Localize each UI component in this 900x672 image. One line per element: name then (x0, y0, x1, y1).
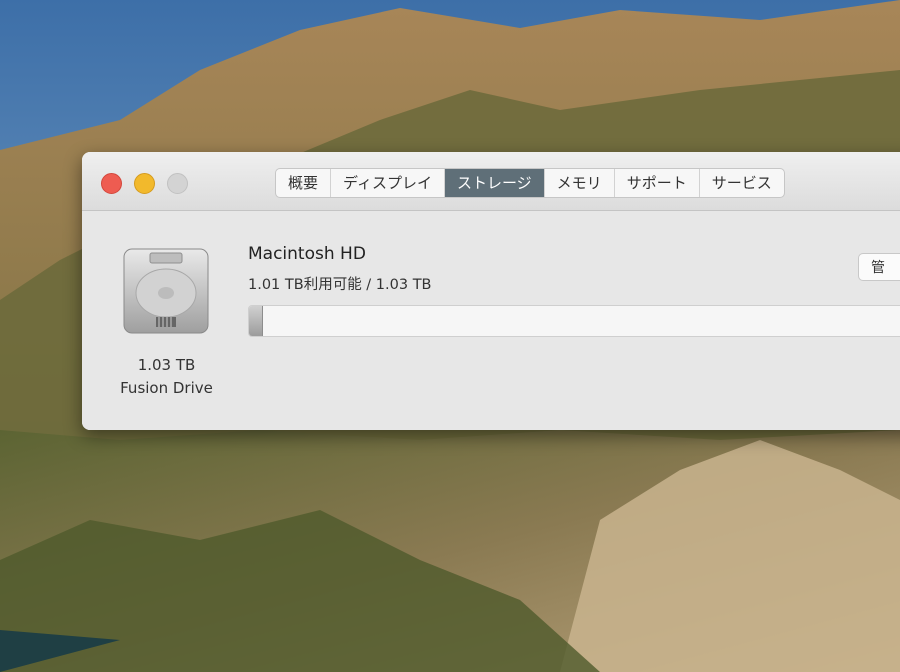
tab-service[interactable]: サービス (700, 169, 784, 197)
storage-panel: 1.03 TB Fusion Drive Macintosh HD 1.01 T… (82, 211, 900, 430)
about-this-mac-window: 概要 ディスプレイ ストレージ メモリ サポート サービス 1.03 TB Fu… (82, 152, 900, 430)
zoom-button[interactable] (167, 173, 188, 194)
drive-capacity: 1.03 TB (137, 356, 196, 374)
tab-storage[interactable]: ストレージ (444, 169, 545, 197)
drive-type: Fusion Drive (120, 379, 213, 397)
tab-support[interactable]: サポート (615, 169, 700, 197)
volume-name: Macintosh HD (248, 244, 366, 264)
tab-displays[interactable]: ディスプレイ (331, 169, 445, 197)
storage-usage-bar (248, 305, 900, 337)
tab-bar: 概要 ディスプレイ ストレージ メモリ サポート サービス (275, 168, 785, 198)
volume-usage: 1.01 TB利用可能 / 1.03 TB (248, 277, 432, 293)
hard-drive-icon (123, 248, 209, 334)
tab-overview[interactable]: 概要 (276, 169, 332, 197)
tab-memory[interactable]: メモリ (545, 169, 615, 197)
title-bar: 概要 ディスプレイ ストレージ メモリ サポート サービス (82, 152, 900, 211)
storage-used-segment (249, 306, 264, 336)
close-button[interactable] (101, 173, 122, 194)
manage-button[interactable]: 管 (858, 253, 900, 281)
minimize-button[interactable] (134, 173, 155, 194)
